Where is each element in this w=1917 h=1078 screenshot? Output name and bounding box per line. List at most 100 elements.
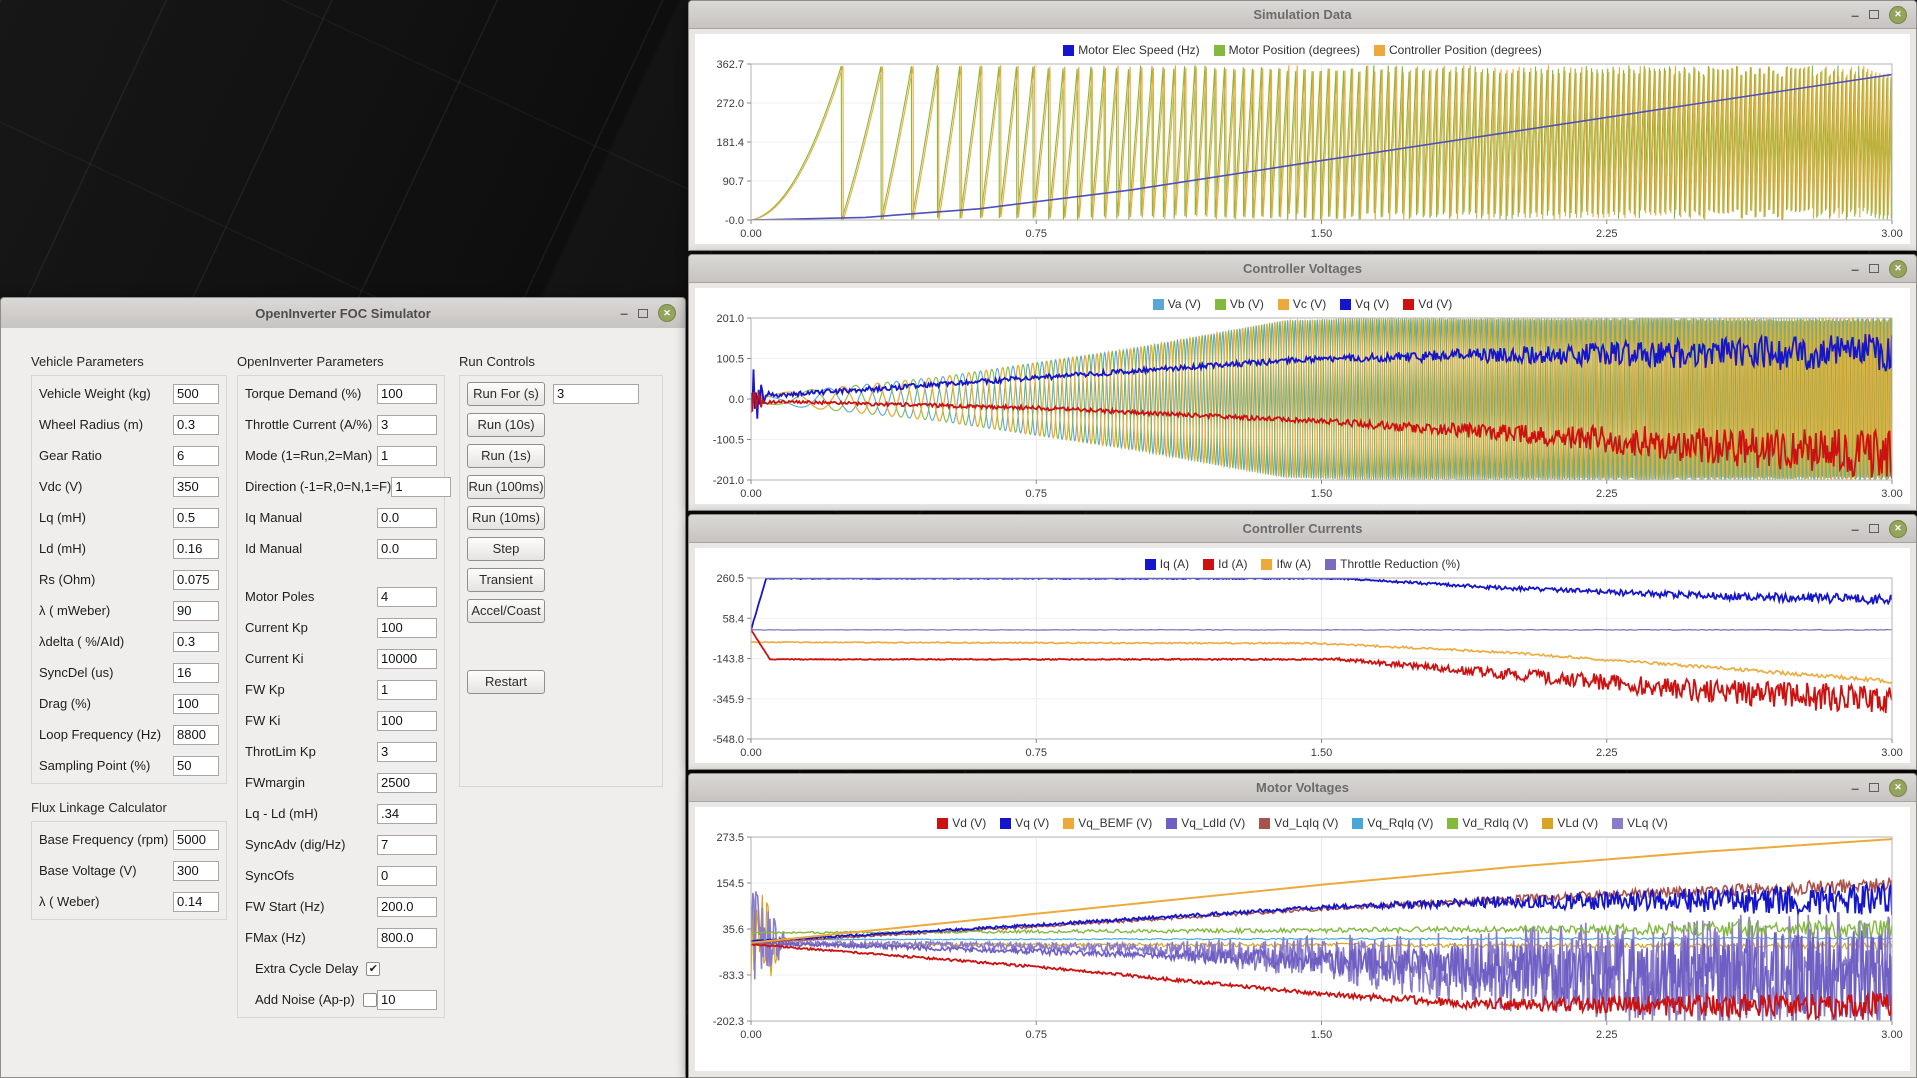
close-button[interactable]: ✕ [1889, 520, 1907, 538]
y-tick-label: -143.8 [713, 654, 744, 666]
legend-swatch [1403, 299, 1414, 310]
window-titlebar[interactable]: Controller Voltages–✕ [689, 255, 1916, 283]
parameter-input[interactable] [377, 649, 437, 669]
parameter-input[interactable] [391, 477, 451, 497]
run-1s-button[interactable]: Run (1s) [467, 444, 545, 468]
minimize-icon: – [1851, 266, 1859, 272]
parameter-label: FMax (Hz) [245, 930, 377, 945]
parameter-input[interactable] [377, 804, 437, 824]
parameter-input[interactable] [377, 415, 437, 435]
simulator-body: Vehicle Parameters Vehicle Weight (kg)Wh… [1, 328, 685, 1077]
run-row: Run (1s) [467, 440, 655, 471]
y-tick-label: 58.4 [723, 613, 744, 625]
window-titlebar[interactable]: Controller Currents–✕ [689, 515, 1916, 543]
parameter-input[interactable] [377, 773, 437, 793]
window-titlebar[interactable]: Simulation Data–✕ [689, 1, 1916, 29]
noise-amplitude-input[interactable] [377, 990, 437, 1010]
parameter-input[interactable] [173, 601, 219, 621]
transient-button[interactable]: Transient [467, 568, 545, 592]
chart-legend: Motor Elec Speed (Hz)Motor Position (deg… [695, 34, 1910, 60]
minimize-button[interactable]: – [1851, 785, 1859, 791]
parameter-input[interactable] [173, 508, 219, 528]
extra-cycle-delay-checkbox[interactable]: ✔ [366, 962, 380, 976]
parameter-row: Mode (1=Run,2=Man) [245, 440, 437, 471]
legend-swatch [1612, 818, 1623, 829]
legend-item: Vd_LqIq (V) [1259, 816, 1338, 830]
y-tick-label: 181.4 [716, 137, 744, 149]
legend-label: Controller Position (degrees) [1389, 43, 1542, 57]
maximize-button[interactable] [638, 309, 648, 318]
legend-swatch [937, 818, 948, 829]
window-titlebar[interactable]: Motor Voltages – ✕ [689, 774, 1916, 802]
parameter-input[interactable] [377, 835, 437, 855]
parameter-label: Lq - Ld (mH) [245, 806, 377, 821]
run-10s-button[interactable]: Run (10s) [467, 413, 545, 437]
parameter-label: Id Manual [245, 541, 377, 556]
x-tick-label: 1.50 [1311, 1029, 1332, 1041]
parameter-input[interactable] [377, 866, 437, 886]
accel-coast-button[interactable]: Accel/Coast [467, 599, 545, 623]
maximize-button[interactable] [1869, 264, 1879, 273]
close-button[interactable]: ✕ [658, 304, 676, 322]
run-10ms-button[interactable]: Run (10ms) [467, 506, 545, 530]
parameter-input[interactable] [173, 632, 219, 652]
maximize-button[interactable] [1869, 783, 1879, 792]
legend-item: Vq (V) [1340, 297, 1389, 311]
close-button[interactable]: ✕ [1889, 6, 1907, 24]
minimize-button[interactable]: – [1851, 12, 1859, 18]
parameter-input[interactable] [173, 694, 219, 714]
parameter-input[interactable] [377, 618, 437, 638]
parameter-input[interactable] [173, 861, 219, 881]
run-for-button[interactable]: Run For (s) [467, 382, 545, 406]
checkbox-row: Extra Cycle Delay✔ [245, 953, 437, 984]
run-row: Run (10s) [467, 409, 655, 440]
parameter-label: Gear Ratio [39, 448, 173, 463]
parameter-row: Drag (%) [39, 688, 219, 719]
parameter-input[interactable] [173, 477, 219, 497]
close-button[interactable]: ✕ [1889, 260, 1907, 278]
parameter-input[interactable] [377, 539, 437, 559]
minimize-button[interactable]: – [620, 310, 628, 316]
step-button[interactable]: Step [467, 537, 545, 561]
parameter-input[interactable] [173, 892, 219, 912]
parameter-input[interactable] [173, 725, 219, 745]
y-tick-label: -83.3 [719, 970, 744, 982]
window-titlebar[interactable]: OpenInverter FOC Simulator – ✕ [1, 298, 685, 329]
minimize-button[interactable]: – [1851, 266, 1859, 272]
parameter-input[interactable] [377, 897, 437, 917]
flux-linkage-frame: Base Frequency (rpm)Base Voltage (V)λ ( … [31, 821, 227, 920]
parameter-input[interactable] [377, 587, 437, 607]
run-for-input[interactable] [553, 384, 639, 404]
maximize-button[interactable] [1869, 10, 1879, 19]
parameter-label: FW Kp [245, 682, 377, 697]
close-button[interactable]: ✕ [1889, 779, 1907, 797]
parameter-input[interactable] [173, 756, 219, 776]
legend-swatch [1063, 45, 1074, 56]
legend-item: Throttle Reduction (%) [1325, 557, 1460, 571]
parameter-input[interactable] [377, 446, 437, 466]
parameter-label: FW Start (Hz) [245, 899, 377, 914]
parameter-input[interactable] [173, 830, 219, 850]
parameter-input[interactable] [173, 663, 219, 683]
legend-label: VLq (V) [1627, 816, 1668, 830]
add-noise-ap-p-checkbox[interactable] [363, 993, 377, 1007]
openinverter-parameters-frame: Torque Demand (%)Throttle Current (A/%)M… [237, 375, 445, 1018]
minimize-button[interactable]: – [1851, 526, 1859, 532]
restart-button[interactable]: Restart [467, 670, 545, 694]
maximize-icon [638, 309, 648, 318]
parameter-input[interactable] [377, 508, 437, 528]
close-icon: ✕ [1894, 264, 1902, 273]
run-100ms-button[interactable]: Run (100ms) [467, 475, 545, 499]
parameter-input[interactable] [173, 446, 219, 466]
parameter-input[interactable] [377, 680, 437, 700]
parameter-input[interactable] [377, 711, 437, 731]
parameter-input[interactable] [377, 742, 437, 762]
parameter-input[interactable] [377, 928, 437, 948]
parameter-input[interactable] [377, 384, 437, 404]
parameter-input[interactable] [173, 539, 219, 559]
parameter-input[interactable] [173, 415, 219, 435]
parameter-input[interactable] [173, 570, 219, 590]
parameter-input[interactable] [173, 384, 219, 404]
maximize-button[interactable] [1869, 524, 1879, 533]
window-title: Motor Voltages [1256, 780, 1349, 795]
